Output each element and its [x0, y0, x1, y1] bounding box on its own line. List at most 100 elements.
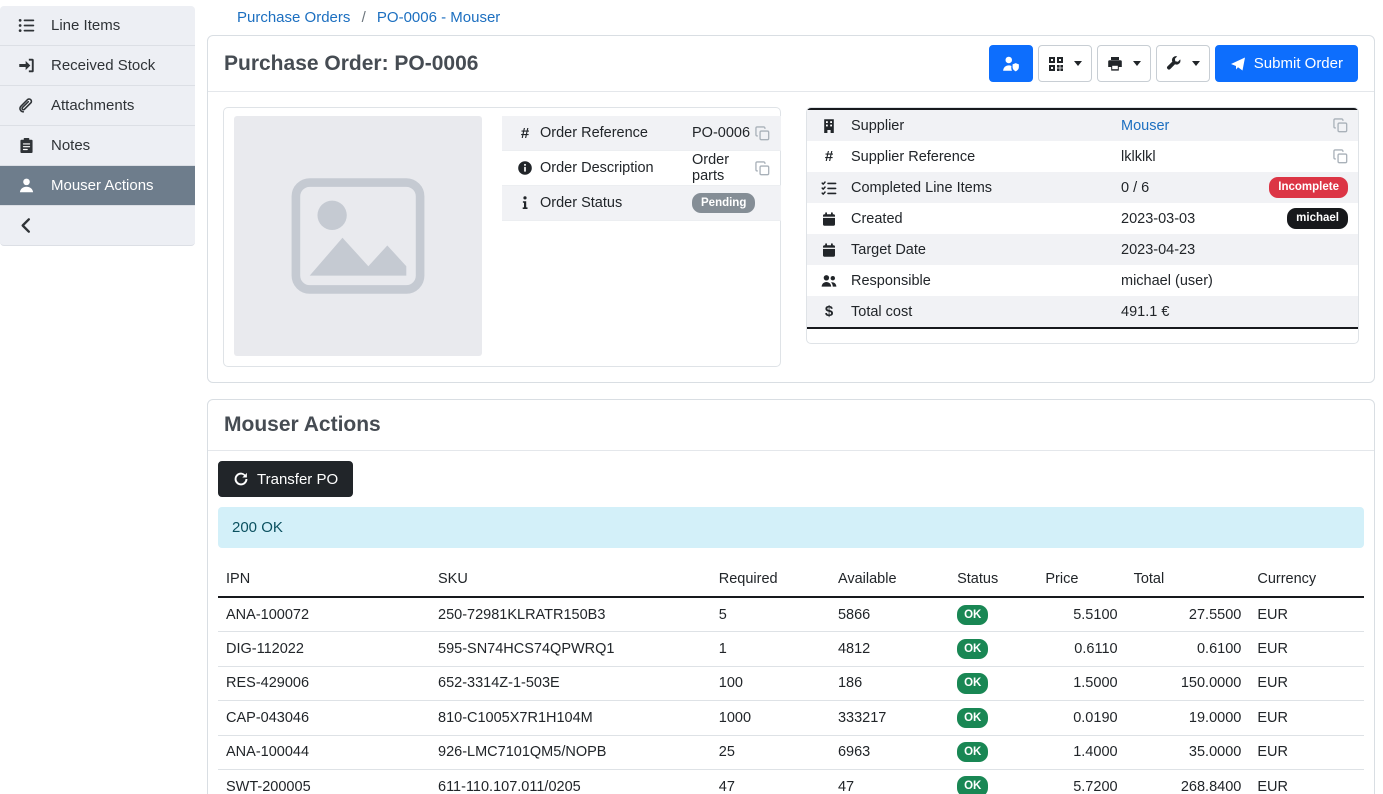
chevron-left-icon: [18, 217, 35, 234]
sign-in-icon: [18, 57, 35, 74]
cell-price: 5.5100: [1037, 597, 1125, 632]
supplier-details-table: Supplier Mouser # Supplier Reference lkl…: [807, 108, 1358, 329]
list-check-icon: [807, 180, 851, 196]
cell-currency: EUR: [1249, 666, 1364, 700]
cell-sku: 595-SN74HCS74QPWRQ1: [430, 632, 711, 666]
cell-total: 0.6100: [1126, 632, 1250, 666]
cell-price: 1.4000: [1037, 735, 1125, 769]
sidebar: Line Items Received Stock Attachments No…: [0, 0, 195, 794]
breadcrumb: Purchase Orders / PO-0006 - Mouser: [207, 6, 1375, 35]
cell-ipn: ANA-100072: [218, 597, 430, 632]
sidebar-item-label: Notes: [51, 137, 90, 154]
image-placeholder-icon: [283, 167, 433, 305]
cell-available: 47: [830, 769, 949, 794]
order-actions-dropdown-button[interactable]: [1156, 45, 1210, 82]
cell-status: OK: [949, 735, 1037, 769]
transfer-po-button[interactable]: Transfer PO: [218, 461, 353, 497]
barcode-dropdown-button[interactable]: [1038, 45, 1092, 82]
detail-label: Responsible: [851, 273, 1121, 289]
cell-required: 100: [711, 666, 830, 700]
print-dropdown-button[interactable]: [1097, 45, 1151, 82]
column-header-ipn: IPN: [218, 564, 430, 597]
detail-label: Target Date: [851, 242, 1121, 258]
column-header-price: Price: [1037, 564, 1125, 597]
copy-icon[interactable]: [755, 126, 770, 141]
admin-user-button[interactable]: [989, 45, 1033, 82]
detail-row-order-reference: # Order Reference PO-0006: [502, 116, 781, 151]
sidebar-item-mouser-actions[interactable]: Mouser Actions: [0, 166, 195, 206]
detail-row-created: Created 2023-03-03 michael: [807, 203, 1358, 234]
copy-icon[interactable]: [1333, 149, 1348, 164]
purchase-order-body: # Order Reference PO-0006 Order Descript…: [208, 92, 1374, 382]
detail-value: lklklkl: [1121, 149, 1156, 165]
status-alert: 200 OK: [218, 507, 1364, 548]
column-header-required: Required: [711, 564, 830, 597]
detail-row-supplier-reference: # Supplier Reference lklklkl: [807, 141, 1358, 172]
app-root: Line Items Received Stock Attachments No…: [0, 0, 1383, 794]
detail-label: Supplier: [851, 118, 1121, 134]
table-row: RES-429006 652-3314Z-1-503E 100 186 OK 1…: [218, 666, 1364, 700]
detail-row-order-description: Order Description Order parts: [502, 151, 781, 186]
cell-required: 1: [711, 632, 830, 666]
sidebar-item-line-items[interactable]: Line Items: [0, 6, 195, 46]
hash-icon: #: [510, 125, 540, 142]
detail-value: 2023-03-03: [1121, 211, 1195, 227]
calendar-icon: [807, 242, 851, 258]
incomplete-badge: Incomplete: [1269, 177, 1348, 197]
sidebar-collapse-button[interactable]: [0, 206, 195, 246]
detail-value: 2023-04-23: [1121, 242, 1195, 258]
breadcrumb-link-purchase-orders[interactable]: Purchase Orders: [237, 9, 350, 26]
supplier-link[interactable]: Mouser: [1121, 118, 1169, 134]
cell-price: 0.0190: [1037, 701, 1125, 735]
sidebar-item-received-stock[interactable]: Received Stock: [0, 46, 195, 86]
status-badge: OK: [957, 742, 988, 762]
cell-required: 47: [711, 769, 830, 794]
mouser-actions-body: Transfer PO 200 OK IPN SKU Required Avai…: [208, 451, 1374, 794]
transfer-po-label: Transfer PO: [257, 471, 338, 488]
cell-status: OK: [949, 769, 1037, 794]
breadcrumb-link-current-order[interactable]: PO-0006 - Mouser: [377, 9, 500, 26]
detail-row-supplier: Supplier Mouser: [807, 110, 1358, 141]
column-header-currency: Currency: [1249, 564, 1364, 597]
mouser-results-table: IPN SKU Required Available Status Price …: [218, 564, 1364, 794]
cell-sku: 652-3314Z-1-503E: [430, 666, 711, 700]
cell-price: 1.5000: [1037, 666, 1125, 700]
order-details-table: # Order Reference PO-0006 Order Descript…: [502, 116, 781, 221]
cell-price: 0.6110: [1037, 632, 1125, 666]
barcode-icon: [1048, 56, 1064, 72]
dollar-icon: $: [807, 303, 851, 320]
detail-value: Order parts: [692, 152, 755, 184]
detail-label: Supplier Reference: [851, 149, 1121, 165]
table-row: ANA-100044 926-LMC7101QM5/NOPB 25 6963 O…: [218, 735, 1364, 769]
cell-total: 268.8400: [1126, 769, 1250, 794]
cell-sku: 611-110.107.011/0205: [430, 769, 711, 794]
column-header-status: Status: [949, 564, 1037, 597]
status-badge: OK: [957, 673, 988, 693]
supplier-details-card: Supplier Mouser # Supplier Reference lkl…: [806, 107, 1359, 344]
cell-currency: EUR: [1249, 701, 1364, 735]
copy-icon[interactable]: [1333, 118, 1348, 133]
sidebar-item-attachments[interactable]: Attachments: [0, 86, 195, 126]
sidebar-item-notes[interactable]: Notes: [0, 126, 195, 166]
cell-ipn: RES-429006: [218, 666, 430, 700]
order-image-placeholder[interactable]: [234, 116, 482, 356]
detail-row-completed-line-items: Completed Line Items 0 / 6 Incomplete: [807, 172, 1358, 203]
cell-status: OK: [949, 666, 1037, 700]
caret-down-icon: [1133, 61, 1141, 66]
submit-order-button[interactable]: Submit Order: [1215, 45, 1358, 82]
order-summary-card: # Order Reference PO-0006 Order Descript…: [223, 107, 781, 367]
cell-required: 1000: [711, 701, 830, 735]
cell-required: 5: [711, 597, 830, 632]
detail-row-order-status: Order Status Pending: [502, 186, 781, 221]
detail-row-responsible: Responsible michael (user): [807, 265, 1358, 296]
detail-row-total-cost: $ Total cost 491.1 €: [807, 296, 1358, 327]
cell-available: 186: [830, 666, 949, 700]
cell-ipn: CAP-043046: [218, 701, 430, 735]
copy-icon[interactable]: [755, 161, 770, 176]
table-header-row: IPN SKU Required Available Status Price …: [218, 564, 1364, 597]
table-row: CAP-043046 810-C1005X7R1H104M 1000 33321…: [218, 701, 1364, 735]
caret-down-icon: [1192, 61, 1200, 66]
sidebar-item-label: Received Stock: [51, 57, 155, 74]
sidebar-item-label: Attachments: [51, 97, 134, 114]
sidebar-item-label: Mouser Actions: [51, 177, 154, 194]
